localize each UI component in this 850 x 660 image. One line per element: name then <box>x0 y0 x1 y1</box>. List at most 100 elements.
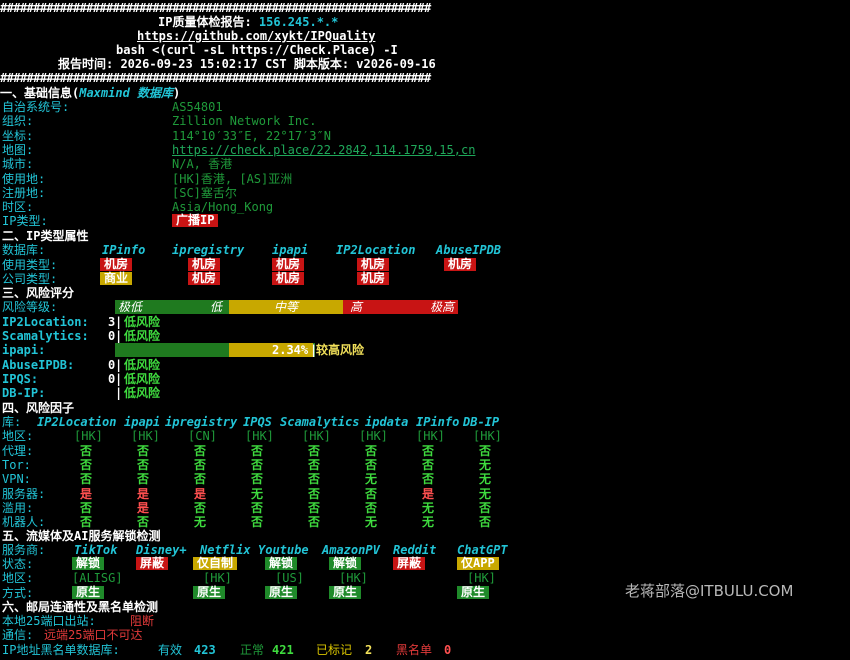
factor-cell: 否 <box>137 515 150 529</box>
risk-score-value: 2.34% <box>272 343 309 357</box>
streaming-service-label: 服务商: <box>2 543 46 557</box>
blacklist-label: IP地址黑名单数据库: <box>2 643 120 657</box>
risk-score-text: 低风险 <box>124 329 161 343</box>
risk-source-label: AbuseIPDB: <box>2 358 75 372</box>
factor-cell: 否 <box>365 458 378 472</box>
basic-field-label: 时区: <box>2 200 34 214</box>
risk-score-text: 低风险 <box>124 386 161 400</box>
factor-cell: 否 <box>422 458 435 472</box>
factor-cell: 否 <box>194 444 207 458</box>
factor-cell: 是 <box>422 487 435 501</box>
risk-score-text: 低风险 <box>124 315 161 329</box>
factor-row-label: 地区: <box>2 429 34 443</box>
streaming-service-name: TikTok <box>74 543 118 557</box>
blacklist-black-count: 0 <box>444 643 452 657</box>
factors-lib-label: 库: <box>2 415 22 429</box>
factor-cell: 否 <box>308 444 321 458</box>
risk-level-very-high: 极高 <box>430 300 455 314</box>
factor-cell: 否 <box>308 472 321 486</box>
factor-cell: 否 <box>137 472 150 486</box>
factor-cell: 否 <box>479 515 492 529</box>
factor-cell: [HK] <box>416 429 445 443</box>
types-db-label: 数据库: <box>2 243 46 257</box>
factor-cell: 是 <box>80 487 93 501</box>
company-type-badge: 机房 <box>188 272 221 285</box>
streaming-status-badge: 屏蔽 <box>393 557 426 570</box>
factor-cell: 无 <box>365 472 378 486</box>
hash-separator-top: ########################################… <box>0 1 431 15</box>
basic-field-label: 组织: <box>2 114 34 128</box>
blacklist-normal-count: 421 <box>272 643 294 657</box>
mail-conn-value: 远端25端口不可达 <box>44 628 143 642</box>
mail-port-label: 本地25端口出站: <box>2 614 96 628</box>
mail-conn-label: 通信: <box>2 628 34 642</box>
types-db-name: IP2Location <box>336 243 416 257</box>
section-basic-source: Maxmind 数据库 <box>79 86 174 100</box>
factor-cell: 否 <box>422 472 435 486</box>
section-types-heading: 二、IP类型属性 <box>2 229 89 243</box>
factor-cell: 无 <box>422 501 435 515</box>
risk-source-label: ipapi: <box>2 343 46 357</box>
factor-lib-name: IP2Location <box>37 415 117 429</box>
section-basic-prefix: 一、基础信息( <box>0 86 80 100</box>
blacklist-marked-count: 2 <box>365 643 373 657</box>
section-mail-heading: 六、邮局连通性及黑名单检测 <box>2 600 159 614</box>
streaming-region: [US] <box>275 571 304 585</box>
map-link[interactable]: https://check.place/22.2842,114.1759,15,… <box>172 143 475 157</box>
factor-row-label: 代理: <box>2 444 34 458</box>
types-db-name: ipapi <box>272 243 309 257</box>
risk-score-divider: | <box>115 315 123 329</box>
factor-cell: 无 <box>365 515 378 529</box>
risk-level-very-low: 极低 <box>118 300 143 314</box>
risk-score-divider: | <box>115 358 123 372</box>
usage-type-badge: 机房 <box>188 258 221 271</box>
factor-cell: 无 <box>479 472 492 486</box>
basic-field-label: 使用地: <box>2 172 46 186</box>
risk-level-high: 高 <box>350 300 363 314</box>
streaming-service-name: Youtube <box>258 543 309 557</box>
factor-cell: 否 <box>251 458 264 472</box>
report-title-label: IP质量体检报告: <box>158 15 259 29</box>
basic-field-label: 地图: <box>2 143 34 157</box>
factor-row-label: 滥用: <box>2 501 34 515</box>
usage-type-badge: 机房 <box>357 258 390 271</box>
section-risk-heading: 三、风险评分 <box>2 286 75 300</box>
factor-cell: [HK] <box>473 429 502 443</box>
basic-field-value: [HK]香港, [AS]亚洲 <box>172 172 293 186</box>
factor-cell: 否 <box>80 458 93 472</box>
report-time: 报告时间: 2026-09-23 15:02:17 CST 脚本版本: v202… <box>58 57 436 71</box>
factor-lib-name: IPQS <box>243 415 272 429</box>
factor-row-label: Tor: <box>2 458 31 472</box>
factor-cell: 否 <box>365 501 378 515</box>
repo-link[interactable]: https://github.com/xykt/IPQuality <box>137 29 375 43</box>
factor-cell: 无 <box>251 487 264 501</box>
factor-lib-name: ipregistry <box>165 415 238 429</box>
factor-cell: 否 <box>80 515 93 529</box>
basic-field-value: N/A, 香港 <box>172 157 233 171</box>
basic-field-value: [SC]塞舌尔 <box>172 186 237 200</box>
factor-cell: 否 <box>251 444 264 458</box>
streaming-region: [HK] <box>203 571 232 585</box>
factor-cell: 是 <box>137 487 150 501</box>
watermark: 老蒋部落@ITBULU.COM <box>625 582 794 600</box>
streaming-status-badge: 解锁 <box>329 557 362 570</box>
blacklist-normal-label: 正常 <box>240 643 265 657</box>
factor-lib-name: Scamalytics <box>280 415 360 429</box>
factor-cell: [HK] <box>131 429 160 443</box>
blacklist-black-label: 黑名单 <box>396 643 433 657</box>
basic-field-value: AS54801 <box>172 100 223 114</box>
factor-cell: 否 <box>251 515 264 529</box>
factor-lib-name: ipdata <box>365 415 409 429</box>
streaming-method-badge: 原生 <box>329 586 362 599</box>
basic-field-label: 坐标: <box>2 129 34 143</box>
types-usage-label: 使用类型: <box>2 258 58 272</box>
command-line: bash <(curl -sL https://Check.Place) -I <box>116 43 398 57</box>
streaming-method-badge: 原生 <box>193 586 226 599</box>
factor-cell: [CN] <box>188 429 217 443</box>
factor-cell: 无 <box>194 515 207 529</box>
types-company-label: 公司类型: <box>2 272 58 286</box>
ip-type-label: IP类型: <box>2 214 48 228</box>
factor-cell: 否 <box>80 501 93 515</box>
factor-cell: [HK] <box>359 429 388 443</box>
streaming-service-name: Netflix <box>200 543 251 557</box>
